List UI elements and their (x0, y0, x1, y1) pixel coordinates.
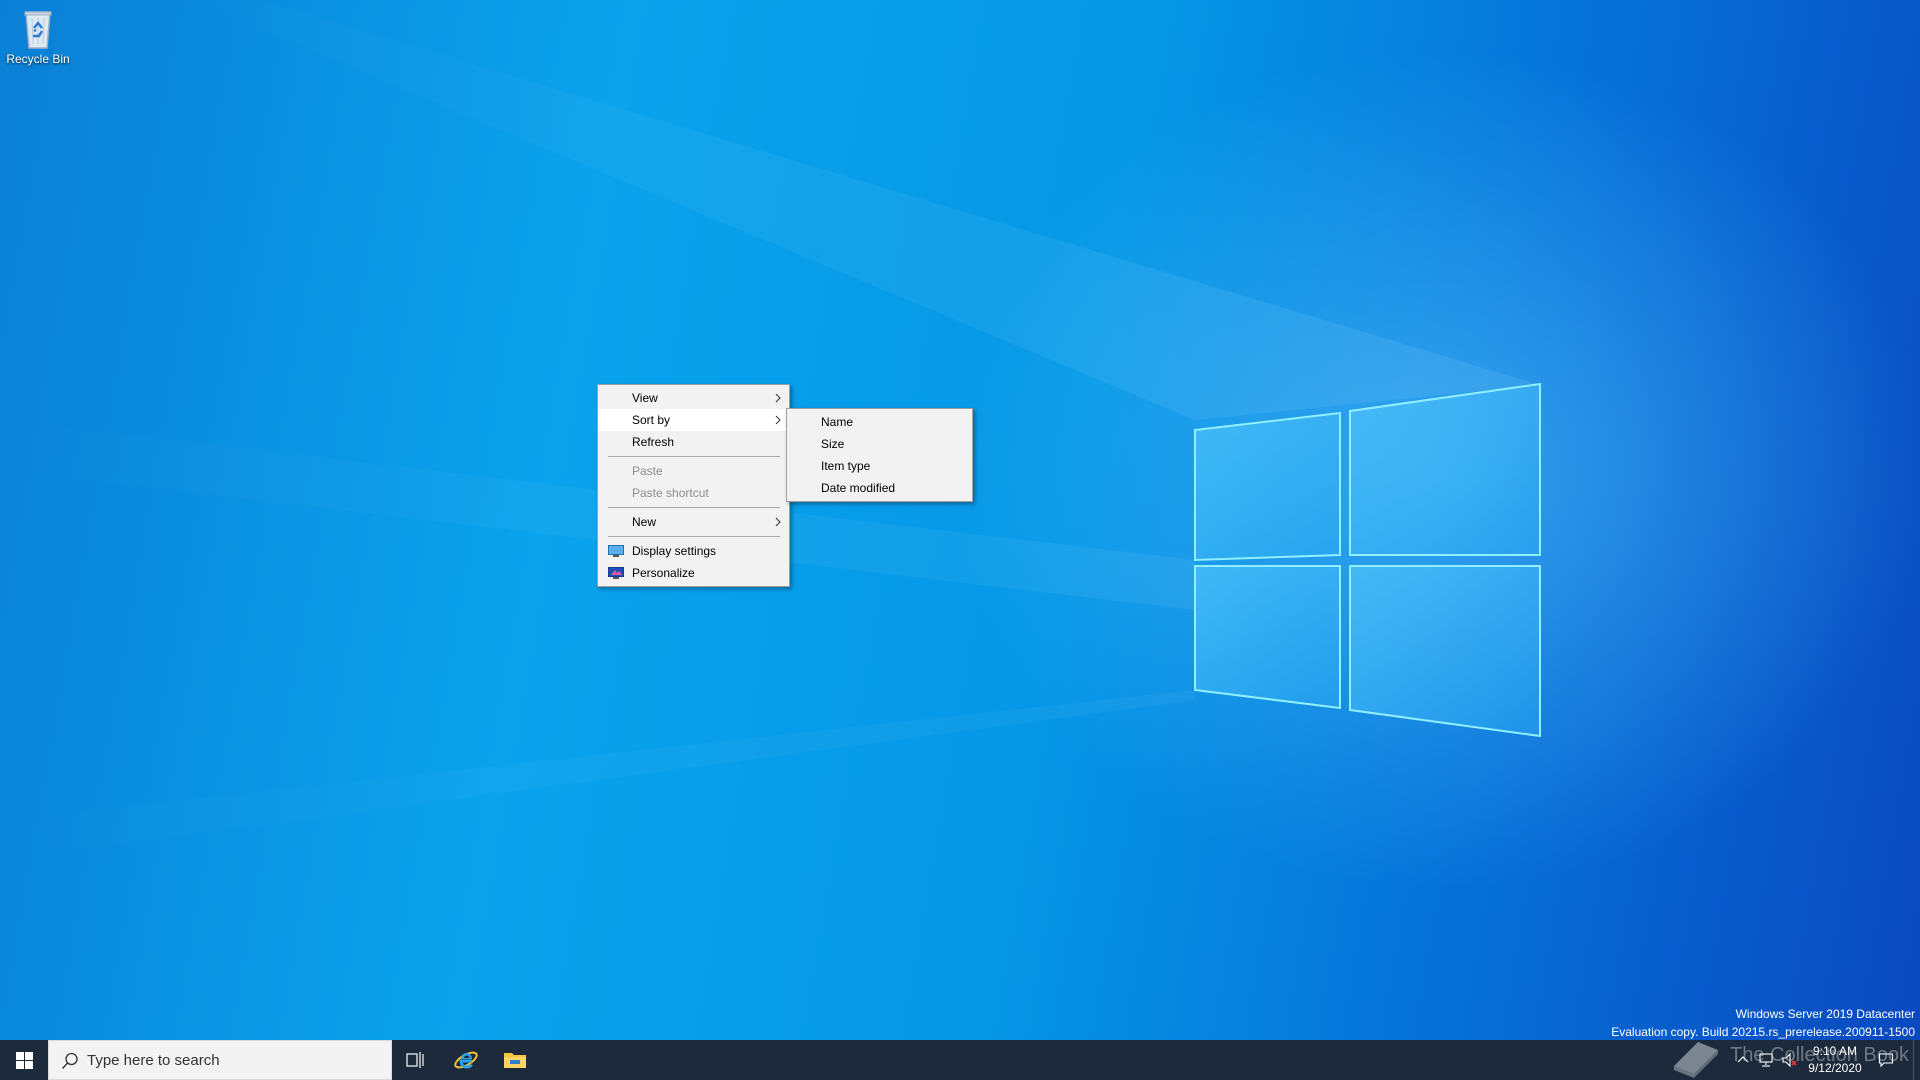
taskbar: 9:10 AM 9/12/2020 (0, 1040, 1920, 1080)
menu-item-label: Paste (632, 464, 663, 478)
chevron-right-icon (775, 393, 781, 403)
recycle-bin-icon (18, 6, 58, 50)
search-icon (61, 1052, 78, 1069)
os-watermark: Windows Server 2019 Datacenter Evaluatio… (1611, 1005, 1915, 1040)
menu-separator (608, 456, 780, 457)
chevron-right-icon (775, 517, 781, 527)
menu-item-label: New (632, 515, 657, 529)
menu-item-label: Date modified (821, 481, 896, 495)
display-settings-icon (608, 545, 624, 557)
menu-item-label: Size (821, 437, 845, 451)
menu-item-label: Personalize (632, 566, 695, 580)
menu-separator (608, 536, 780, 537)
show-desktop-button[interactable] (1913, 1040, 1920, 1080)
menu-item-paste-shortcut: Paste shortcut (598, 482, 789, 504)
menu-separator (608, 507, 780, 508)
menu-item-label: View (632, 391, 658, 405)
internet-explorer-icon (454, 1051, 478, 1069)
desktop-context-menu: View Sort by Refresh Paste Paste shortcu… (597, 384, 790, 587)
clock-date: 9/12/2020 (1808, 1061, 1862, 1075)
action-center-icon[interactable] (1878, 1052, 1894, 1068)
desktop-icon-label: Recycle Bin (6, 52, 70, 66)
menu-item-paste: Paste (598, 460, 789, 482)
start-button[interactable] (0, 1040, 48, 1080)
menu-item-label: Item type (821, 459, 871, 473)
menu-item-new[interactable]: New (598, 511, 789, 533)
internet-explorer-button[interactable] (442, 1040, 490, 1080)
taskbar-search-box[interactable] (48, 1040, 392, 1080)
sort-by-size[interactable]: Size (787, 433, 972, 455)
menu-item-personalize[interactable]: Personalize (598, 562, 789, 584)
folder-icon (504, 1053, 526, 1068)
task-view-icon (406, 1052, 424, 1068)
sort-by-name[interactable]: Name (787, 411, 972, 433)
menu-item-sort-by[interactable]: Sort by (598, 409, 789, 431)
menu-item-display-settings[interactable]: Display settings (598, 540, 789, 562)
menu-item-label: Display settings (632, 544, 717, 558)
personalize-icon (608, 567, 624, 579)
menu-item-view[interactable]: View (598, 387, 789, 409)
chevron-right-icon (775, 415, 781, 425)
menu-item-label: Name (821, 415, 854, 429)
sort-by-item-type[interactable]: Item type (787, 455, 972, 477)
menu-item-label: Sort by (632, 413, 671, 427)
sort-by-submenu: Name Size Item type Date modified (786, 408, 973, 502)
sort-by-date-modified[interactable]: Date modified (787, 477, 972, 499)
menu-item-label: Paste shortcut (632, 486, 709, 500)
chevron-up-icon[interactable] (1735, 1052, 1751, 1068)
windows-logo-icon (15, 1051, 33, 1069)
task-view-button[interactable] (392, 1040, 440, 1080)
desktop[interactable]: Recycle Bin Windows Server 2019 Datacent… (0, 0, 1920, 1040)
wallpaper-light-beams (0, 0, 1541, 860)
clock-time: 9:10 AM (1812, 1044, 1858, 1058)
watermark-edition: Windows Server 2019 Datacenter (1735, 1007, 1915, 1021)
search-input[interactable] (87, 1041, 383, 1079)
taskbar-clock[interactable]: 9:10 AM 9/12/2020 (1790, 1043, 1880, 1077)
network-icon[interactable] (1758, 1052, 1774, 1068)
desktop-icon-recycle-bin[interactable]: Recycle Bin (4, 6, 72, 66)
file-explorer-button[interactable] (491, 1040, 539, 1080)
menu-item-label: Refresh (632, 435, 675, 449)
menu-item-refresh[interactable]: Refresh (598, 431, 789, 453)
watermark-build: Evaluation copy. Build 20215.rs_prerelea… (1611, 1025, 1915, 1039)
